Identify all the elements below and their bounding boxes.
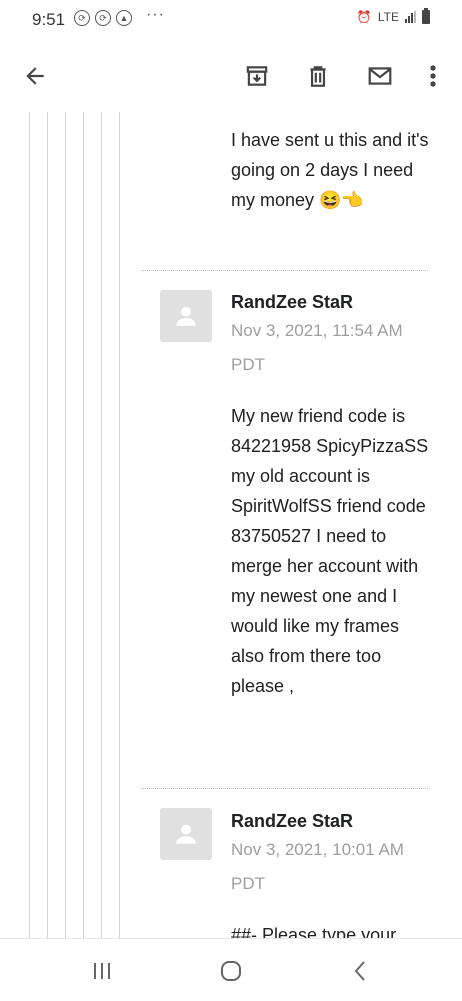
archive-icon: [246, 66, 268, 86]
status-bar: 9:51 ⟳ ⟳ ▲ ··· ⏰ LTE: [0, 0, 462, 40]
battery-icon: [422, 8, 430, 24]
network-label: LTE: [377, 10, 399, 24]
system-nav-bar: [0, 938, 462, 1001]
more-options-button[interactable]: [415, 58, 451, 94]
thread-line: [47, 112, 48, 938]
avatar[interactable]: [160, 808, 212, 860]
trash-icon: [310, 66, 326, 87]
sender-name: RandZee StaR: [231, 811, 354, 831]
person-icon: [176, 306, 196, 326]
delete-button[interactable]: [300, 58, 336, 94]
thread-line: [83, 112, 84, 938]
mark-unread-button[interactable]: [362, 58, 398, 94]
photo-icon: ▲: [116, 10, 132, 26]
status-time: 9:51: [32, 10, 66, 29]
home-button[interactable]: [213, 953, 249, 989]
arrow-left-icon: [26, 67, 44, 85]
alarm-icon: ⏰: [356, 10, 372, 24]
message-divider: [141, 788, 428, 789]
sync-icon: ⟳: [95, 10, 111, 26]
back-button[interactable]: [17, 58, 53, 94]
avatar[interactable]: [160, 290, 212, 342]
message-date: Nov 3, 2021, 11:54 AM PDT: [231, 321, 403, 374]
signal-icon: [405, 11, 416, 23]
sync-icon: ⟳: [74, 10, 90, 26]
archive-button[interactable]: [239, 58, 275, 94]
thread-line: [65, 112, 66, 938]
more-vert-icon: [430, 65, 436, 87]
more-notifications-icon: ···: [146, 6, 165, 23]
person-icon: [176, 824, 196, 844]
chevron-left-icon: [354, 961, 365, 981]
message-divider: [141, 270, 428, 271]
toolbar: [0, 40, 462, 112]
thread-line: [29, 112, 30, 938]
mail-icon: [368, 67, 392, 85]
recents-icon: [94, 963, 110, 979]
thread-indent-lines: [0, 112, 130, 938]
thread-line: [119, 112, 120, 938]
recents-button[interactable]: [84, 953, 120, 989]
message-body: I have sent u this and it's going on 2 d…: [231, 130, 429, 210]
sender-name: RandZee StaR: [231, 292, 354, 312]
notification-icons: ⟳ ⟳ ▲: [74, 10, 132, 26]
system-icons: ⏰ LTE: [356, 8, 430, 24]
home-icon: [221, 961, 241, 981]
nav-back-button[interactable]: [342, 953, 378, 989]
message-body: My new friend code is 84221958 SpicyPizz…: [231, 406, 429, 696]
message-date: Nov 3, 2021, 10:01 AM PDT: [231, 840, 404, 893]
thread-line: [101, 112, 102, 938]
